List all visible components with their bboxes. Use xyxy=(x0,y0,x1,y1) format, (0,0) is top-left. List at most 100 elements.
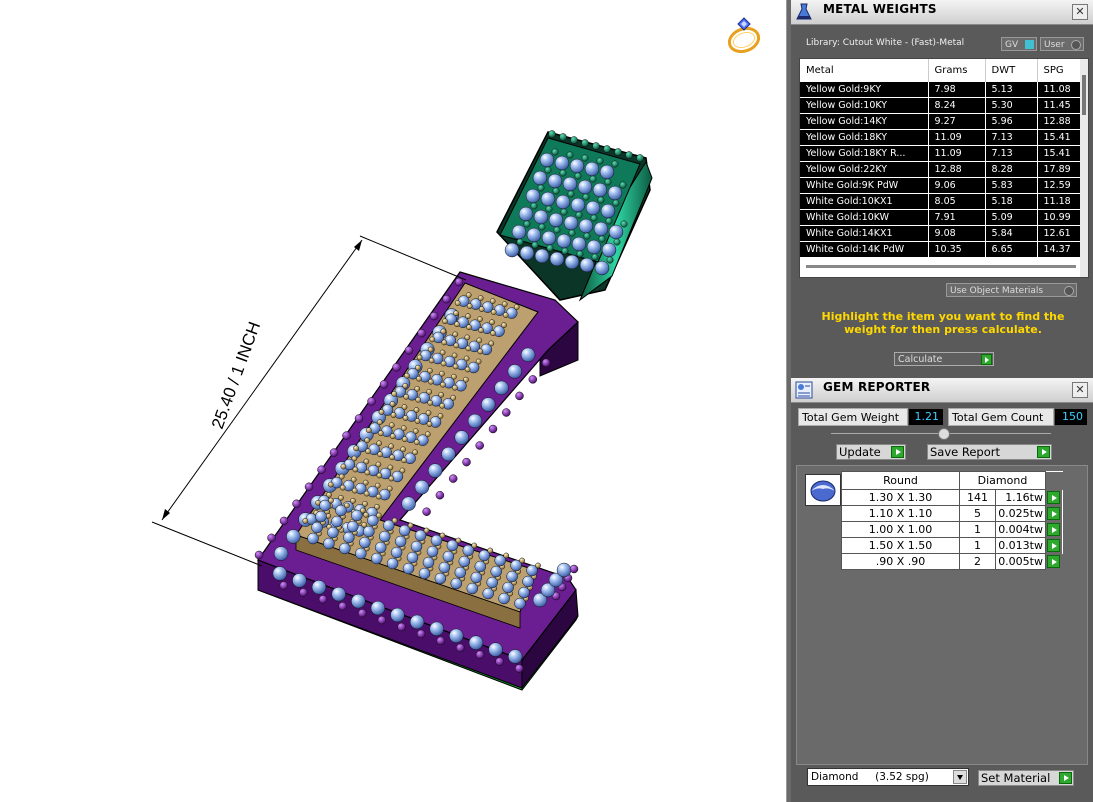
stone xyxy=(584,161,600,177)
material-select[interactable]: Diamond (3.52 spg) xyxy=(807,768,969,786)
stone xyxy=(600,203,616,219)
metal-table-cell: White Gold:10KX1 xyxy=(800,193,929,210)
toggle-off-icon xyxy=(1071,40,1081,50)
stone xyxy=(570,197,586,213)
stone xyxy=(577,179,593,195)
gem-row-action[interactable] xyxy=(1045,521,1063,538)
stone xyxy=(582,193,590,201)
metal-table-cell: 14.37 xyxy=(1037,241,1081,258)
metal-col-header[interactable]: SPG xyxy=(1037,59,1081,82)
gem-table[interactable]: Round Diamond 1.30 X 1.30 141 1.16tw 1.10 X… xyxy=(841,471,1063,570)
chevron-down-icon[interactable] xyxy=(953,770,967,784)
metal-table-horizontal-scrollbar[interactable] xyxy=(806,265,1076,268)
metal-weights-close-button[interactable]: ✕ xyxy=(1072,4,1088,20)
stone xyxy=(578,218,594,234)
stone xyxy=(377,615,387,625)
metal-table-header: Metal Grams DWT SPG xyxy=(800,59,1081,82)
metal-table-cell: 15.41 xyxy=(1037,145,1081,162)
metal-col-header[interactable]: DWT xyxy=(985,59,1038,82)
stone xyxy=(590,214,598,222)
metal-col-header[interactable]: Grams xyxy=(928,59,986,82)
collapse-handle-icon[interactable] xyxy=(938,428,950,440)
stone xyxy=(476,337,483,344)
stone xyxy=(537,184,545,192)
stone xyxy=(329,448,339,457)
library-label: Library: Cutout White - (Fast)-Metal xyxy=(806,38,965,48)
stone xyxy=(439,402,446,409)
metal-table-cell: 12.61 xyxy=(1037,225,1081,242)
stone xyxy=(601,242,617,258)
stone xyxy=(350,476,357,483)
stone xyxy=(331,586,346,602)
metal-table-vertical-scrollbar[interactable] xyxy=(1080,59,1088,277)
gem-reporter-close-button[interactable]: ✕ xyxy=(1072,382,1088,398)
stone xyxy=(414,418,421,424)
metal-col-header[interactable]: Metal xyxy=(800,59,929,82)
ring-icon[interactable] xyxy=(724,14,766,56)
update-button[interactable]: Update xyxy=(836,444,906,460)
stone xyxy=(407,522,414,529)
gem-table-row[interactable]: 1.00 X 1.00 1 0.004tw xyxy=(841,521,1063,538)
metal-table-row[interactable]: Yellow Gold:9KY 7.98 5.13 11.08 xyxy=(800,82,1081,98)
gv-toggle[interactable]: GV xyxy=(1001,37,1037,51)
metal-table-row[interactable]: Yellow Gold:22KY 12.88 8.28 17.89 xyxy=(800,161,1081,178)
gem-table-row[interactable]: 1.30 X 1.30 141 1.16tw xyxy=(841,489,1063,506)
stone xyxy=(454,430,469,445)
stone xyxy=(391,517,398,524)
stone xyxy=(426,388,433,395)
stone xyxy=(591,253,599,261)
stone xyxy=(435,490,445,500)
user-toggle[interactable]: User xyxy=(1040,37,1084,51)
stone xyxy=(404,346,414,355)
metal-weights-table[interactable]: Metal Grams DWT SPG Yellow Gold:9KY 7.98 5.13… xyxy=(799,58,1089,278)
stone xyxy=(569,158,585,174)
metal-table-row[interactable]: Yellow Gold:14KY 9.27 5.96 12.88 xyxy=(800,113,1081,130)
metal-table-cell: 9.06 xyxy=(928,177,986,194)
metal-table-cell: White Gold:14K PdW xyxy=(800,241,929,258)
stone xyxy=(441,339,448,346)
stone xyxy=(376,440,382,447)
stone xyxy=(437,413,444,419)
metal-table-row[interactable]: White Gold:14KX1 9.08 5.84 12.61 xyxy=(800,225,1081,242)
gem-table-row[interactable]: 1.50 X 1.50 1 0.013tw xyxy=(841,537,1063,554)
metal-table-cell: 12.88 xyxy=(928,161,986,178)
stone xyxy=(596,157,604,165)
pendant-model[interactable]: 25.40 / 1 INCH xyxy=(0,0,786,802)
stone xyxy=(317,465,326,474)
metal-table-row[interactable]: White Gold:10KX1 8.05 5.18 11.18 xyxy=(800,193,1081,210)
stone xyxy=(462,457,471,467)
gem-row-action[interactable] xyxy=(1045,505,1063,522)
model-viewport[interactable]: 25.40 / 1 INCH xyxy=(0,0,786,802)
gem-table-row[interactable]: .90 X .90 2 0.005tw xyxy=(841,553,1063,570)
gem-row-action[interactable] xyxy=(1045,553,1063,570)
metal-table-row[interactable]: Yellow Gold:10KY 8.24 5.30 11.45 xyxy=(800,97,1081,114)
round-gem-icon[interactable] xyxy=(805,474,841,506)
metal-table-row[interactable]: Yellow Gold:18KY R... 11.09 7.13 15.41 xyxy=(800,145,1081,162)
scroll-thumb[interactable] xyxy=(1082,75,1086,115)
set-material-button[interactable]: Set Material xyxy=(978,770,1074,786)
gem-table-cell: .90 X .90 xyxy=(841,553,960,570)
stone xyxy=(516,238,524,246)
gem-row-action[interactable] xyxy=(1045,537,1063,554)
stone xyxy=(593,221,609,237)
stone xyxy=(599,164,615,180)
use-object-materials-toggle[interactable]: Use Object Materials xyxy=(946,283,1077,297)
stone xyxy=(540,191,556,207)
gem-row-action[interactable] xyxy=(1045,489,1063,506)
total-gem-count-label: Total Gem Count xyxy=(948,408,1054,426)
gem-table-row[interactable]: 1.10 X 1.10 5 0.025tw xyxy=(841,505,1063,522)
metal-table-row[interactable]: White Gold:10KW 7.91 5.09 10.99 xyxy=(800,209,1081,226)
dimension-label: 25.40 / 1 INCH xyxy=(208,319,264,431)
metal-table-row[interactable]: White Gold:14K PdW 10.35 6.65 14.37 xyxy=(800,241,1081,258)
metal-table-cell: 11.45 xyxy=(1037,97,1081,114)
metal-table-cell: 12.88 xyxy=(1037,113,1081,130)
stone xyxy=(468,635,484,650)
metal-table-row[interactable]: Yellow Gold:18KY 11.09 7.13 15.41 xyxy=(800,129,1081,146)
stone xyxy=(352,466,359,473)
stone xyxy=(586,239,602,255)
stone xyxy=(597,196,605,204)
calculate-button[interactable]: Calculate xyxy=(894,352,994,366)
metal-table-row[interactable]: White Gold:9K PdW 9.06 5.83 12.59 xyxy=(800,177,1081,194)
stone xyxy=(502,408,511,417)
save-report-button[interactable]: Save Report xyxy=(927,444,1052,460)
